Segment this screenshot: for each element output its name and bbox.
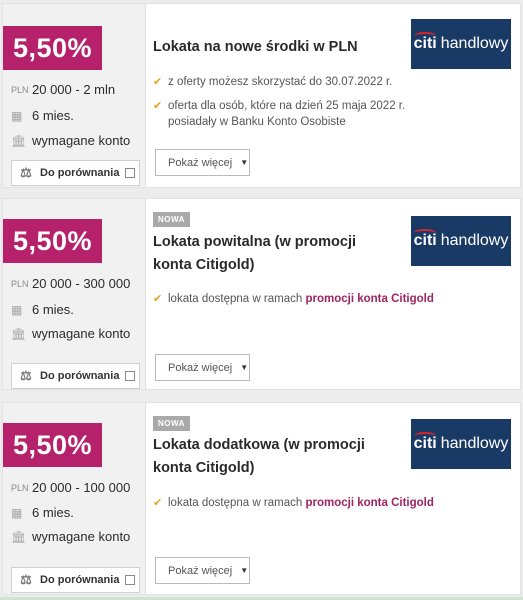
show-more-label: Pokaż więcej (168, 564, 233, 577)
offer-card: 5,50% PLN 20 000 - 300 000 ▦ 6 mies. 🏛 w… (2, 198, 521, 390)
bank-logo-text: handlowy (440, 232, 509, 249)
check-icon: ✔ (153, 76, 163, 88)
caret-down-icon: ▼ (240, 566, 249, 575)
interest-rate: 5,50% (3, 219, 102, 263)
bank-icon: 🏛 (11, 326, 27, 341)
amount-range: 20 000 - 2 mln (32, 82, 116, 97)
check-icon: ✔ (153, 497, 163, 509)
compare-checkbox[interactable] (125, 575, 136, 585)
currency-label: PLN (11, 482, 29, 493)
compare-label: Do porównania (40, 370, 120, 382)
check-icon: ✔ (153, 100, 163, 112)
new-badge: NOWA (153, 212, 190, 227)
show-more-label: Pokaż więcej (168, 361, 233, 374)
feature-text: z oferty możesz skorzystać do 30.07.2022… (168, 76, 393, 88)
feature-item: ✔ lokata dostępna w ramach promocji kont… (153, 291, 443, 307)
amount-row: PLN 20 000 - 300 000 (11, 276, 130, 291)
account-row: 🏛 wymagane konto (11, 133, 130, 148)
calendar-icon: ▦ (11, 302, 23, 317)
show-more-button[interactable]: Pokaż więcej ▼ (155, 149, 250, 176)
bank-icon: 🏛 (11, 529, 27, 544)
period-row: ▦ 6 mies. (11, 505, 74, 520)
check-icon: ✔ (153, 293, 163, 305)
feature-text: lokata dostępna w ramach promocji konta … (168, 293, 434, 305)
offer-summary-panel: 5,50% PLN 20 000 - 100 000 ▦ 6 mies. 🏛 w… (3, 403, 146, 594)
period-row: ▦ 6 mies. (11, 108, 74, 123)
caret-down-icon: ▼ (240, 363, 249, 372)
new-badge: NOWA (153, 416, 190, 431)
offer-card: 5,50% PLN 20 000 - 2 mln ▦ 6 mies. 🏛 wym… (2, 3, 521, 188)
compare-checkbox[interactable] (125, 371, 136, 381)
currency-label: PLN (11, 84, 29, 95)
compare-label: Do porównania (40, 574, 120, 586)
scale-icon: ⚖ (20, 572, 32, 587)
compare-toggle[interactable]: ⚖ Do porównania (11, 160, 140, 186)
promo-link[interactable]: promocji konta Citigold (305, 497, 433, 509)
interest-rate: 5,50% (3, 423, 102, 467)
bank-logo: citi handlowy (411, 216, 511, 266)
interest-rate: 5,50% (3, 26, 102, 70)
period-row: ▦ 6 mies. (11, 302, 74, 317)
amount-row: PLN 20 000 - 2 mln (11, 82, 115, 97)
show-more-label: Pokaż więcej (168, 156, 233, 169)
bank-logo-text: handlowy (440, 35, 509, 52)
compare-checkbox[interactable] (125, 168, 136, 178)
deposit-period: 6 mies. (32, 108, 74, 123)
account-row: 🏛 wymagane konto (11, 529, 130, 544)
compare-label: Do porównania (40, 167, 120, 179)
bank-logo-text: handlowy (440, 435, 509, 452)
account-row: 🏛 wymagane konto (11, 326, 130, 341)
offer-title[interactable]: Lokata dodatkowa (w promocji konta Citig… (153, 434, 393, 480)
account-requirement: wymagane konto (32, 529, 131, 544)
account-requirement: wymagane konto (32, 133, 131, 148)
feature-item: ✔ lokata dostępna w ramach promocji kont… (153, 495, 443, 511)
scale-icon: ⚖ (20, 368, 32, 383)
scale-icon: ⚖ (20, 165, 32, 180)
amount-range: 20 000 - 300 000 (32, 276, 131, 291)
bank-icon: 🏛 (11, 133, 27, 148)
show-more-button[interactable]: Pokaż więcej ▼ (155, 557, 250, 584)
citi-logo-icon: citi (413, 229, 437, 249)
show-more-button[interactable]: Pokaż więcej ▼ (155, 354, 250, 381)
compare-toggle[interactable]: ⚖ Do porównania (11, 363, 140, 389)
compare-toggle[interactable]: ⚖ Do porównania (11, 567, 140, 593)
offer-title[interactable]: Lokata powitalna (w promocji konta Citig… (153, 231, 393, 277)
feature-text: oferta dla osób, które na dzień 25 maja … (168, 100, 406, 128)
currency-label: PLN (11, 278, 29, 289)
feature-text: lokata dostępna w ramach promocji konta … (168, 497, 434, 509)
amount-range: 20 000 - 100 000 (32, 480, 131, 495)
citi-logo-icon: citi (413, 432, 437, 452)
citi-logo-icon: citi (413, 32, 437, 52)
offer-title[interactable]: Lokata na nowe środki w PLN (153, 36, 393, 59)
promo-link[interactable]: promocji konta Citigold (305, 293, 433, 305)
account-requirement: wymagane konto (32, 326, 131, 341)
bank-logo: citi handlowy (411, 419, 511, 469)
offer-card: 5,50% PLN 20 000 - 100 000 ▦ 6 mies. 🏛 w… (2, 402, 521, 595)
feature-item: ✔ oferta dla osób, które na dzień 25 maj… (153, 98, 443, 130)
calendar-icon: ▦ (11, 505, 23, 520)
amount-row: PLN 20 000 - 100 000 (11, 480, 130, 495)
offer-summary-panel: 5,50% PLN 20 000 - 300 000 ▦ 6 mies. 🏛 w… (3, 199, 146, 389)
deposit-period: 6 mies. (32, 505, 74, 520)
bank-logo: citi handlowy (411, 19, 511, 69)
calendar-icon: ▦ (11, 108, 23, 123)
deposit-period: 6 mies. (32, 302, 74, 317)
feature-item: ✔ z oferty możesz skorzystać do 30.07.20… (153, 74, 443, 90)
caret-down-icon: ▼ (240, 158, 249, 167)
offer-summary-panel: 5,50% PLN 20 000 - 2 mln ▦ 6 mies. 🏛 wym… (3, 4, 146, 187)
